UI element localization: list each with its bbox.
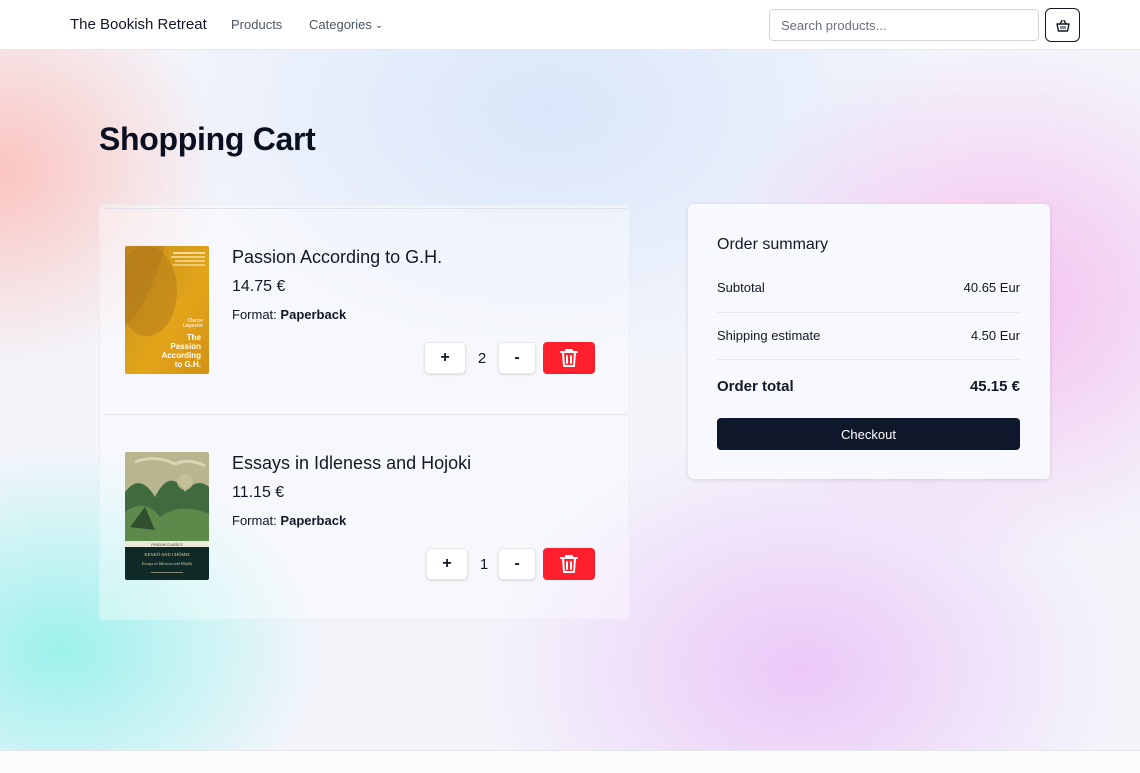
book-cover-image: KENKŌ AND CHŌMEI PENGUIN CLASSICS Essays…: [125, 452, 209, 580]
item-price: 11.15 €: [232, 484, 285, 501]
svg-text:KENKŌ AND CHŌMEI: KENKŌ AND CHŌMEI: [144, 552, 190, 557]
svg-text:to G.H.: to G.H.: [175, 360, 201, 369]
order-total-value: 45.15 €: [969, 378, 1020, 395]
page-title: Shopping Cart: [99, 121, 316, 157]
remove-item-button[interactable]: [543, 342, 595, 374]
item-format: Format: Paperback: [232, 307, 346, 322]
brand-logo-text[interactable]: The Bookish Retreat: [70, 16, 207, 33]
top-navbar: The Bookish Retreat Products Categories …: [0, 0, 1140, 50]
shipping-value: 4.50 Eur: [970, 328, 1020, 343]
nav-categories-dropdown[interactable]: Categories ⌄: [309, 17, 383, 32]
cart-items-list: Clarice Lispector The Passion According …: [99, 204, 630, 620]
subtotal-row: Subtotal 40.65 Eur: [717, 280, 1020, 295]
divider: [717, 312, 1020, 313]
format-label: Format:: [232, 307, 277, 322]
increase-quantity-button[interactable]: +: [426, 548, 468, 580]
item-price: 14.75 €: [232, 278, 286, 295]
item-title[interactable]: Essays in Idleness and Hojoki: [232, 453, 471, 474]
svg-text:The: The: [187, 333, 202, 342]
basket-icon: [1055, 19, 1070, 32]
shipping-row: Shipping estimate 4.50 Eur: [717, 328, 1020, 343]
shipping-label: Shipping estimate: [717, 328, 821, 343]
subtotal-value: 40.65 Eur: [963, 280, 1020, 295]
trash-icon: [560, 555, 578, 573]
svg-text:Essays in Idleness and Hōjōki: Essays in Idleness and Hōjōki: [141, 561, 193, 566]
svg-text:According: According: [161, 351, 201, 360]
remove-item-button[interactable]: [543, 548, 595, 580]
svg-text:PENGUIN CLASSICS: PENGUIN CLASSICS: [151, 543, 182, 547]
order-summary-panel: Order summary Subtotal 40.65 Eur Shippin…: [688, 204, 1050, 479]
book-cover-image: Clarice Lispector The Passion According …: [125, 246, 209, 374]
item-format: Format: Paperback: [232, 513, 346, 528]
order-total-label: Order total: [717, 378, 794, 395]
checkout-button[interactable]: Checkout: [717, 418, 1020, 450]
search-input[interactable]: [769, 9, 1039, 41]
trash-icon: [560, 349, 578, 367]
cart-button[interactable]: [1045, 8, 1080, 42]
decrease-quantity-button[interactable]: -: [498, 548, 536, 580]
increase-quantity-button[interactable]: +: [424, 342, 466, 374]
item-title[interactable]: Passion According to G.H.: [232, 247, 442, 268]
cart-item: KENKŌ AND CHŌMEI PENGUIN CLASSICS Essays…: [104, 414, 627, 620]
svg-text:Lispector: Lispector: [183, 323, 204, 329]
footer: [0, 750, 1140, 773]
nav-categories-label: Categories: [309, 17, 372, 32]
nav-products-link[interactable]: Products: [231, 17, 282, 32]
order-total-row: Order total 45.15 €: [717, 378, 1020, 395]
quantity-value: 1: [479, 556, 489, 573]
format-value: Paperback: [280, 513, 347, 528]
format-value: Paperback: [280, 307, 347, 322]
format-label: Format:: [232, 513, 277, 528]
decrease-quantity-button[interactable]: -: [498, 342, 536, 374]
chevron-down-icon: ⌄: [374, 20, 384, 31]
order-summary-title: Order summary: [717, 236, 829, 253]
divider: [717, 359, 1020, 360]
subtotal-label: Subtotal: [717, 280, 765, 295]
svg-text:Passion: Passion: [170, 342, 201, 351]
cart-item: Clarice Lispector The Passion According …: [104, 208, 627, 414]
quantity-value: 2: [477, 350, 487, 367]
